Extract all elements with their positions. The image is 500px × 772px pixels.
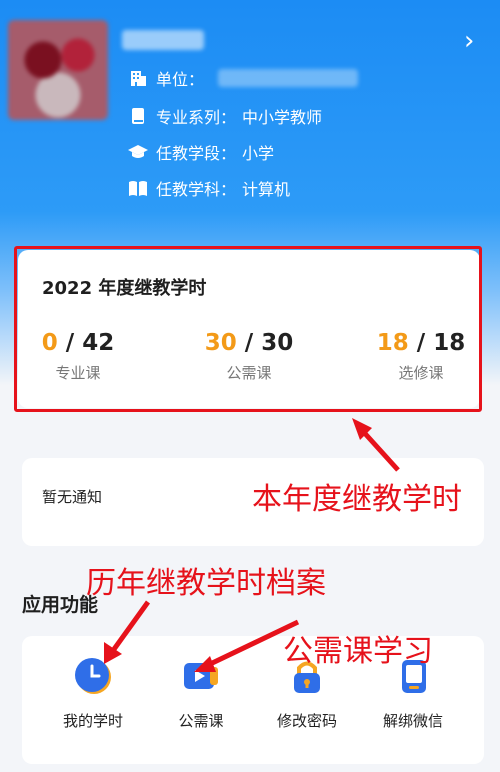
major-value: 中小学教师 [242,108,323,127]
subject-value: 计算机 [242,180,291,199]
annotation-highlight-box [14,246,482,412]
app-label: 解绑微信 [382,712,443,730]
app-label: 公需课 [178,712,224,730]
notice-text: 暂无通知 [42,488,103,506]
annotation-history-archive: 历年继教学时档案 [86,566,326,601]
app-my-hours[interactable]: 我的学时 [38,656,148,731]
annotation-public-course: 公需课学习 [283,634,433,669]
chevron-right-icon[interactable]: › [464,28,474,54]
stage-value: 小学 [242,144,275,163]
app-public-course[interactable]: 公需课 [146,656,256,731]
unit-value-redacted [218,69,359,87]
annotation-year-hours: 本年度继教学时 [252,482,462,517]
video-play-icon [181,656,221,696]
major-row: 专业系列： 中小学教师 [128,104,322,128]
unit-label: 单位： [156,70,205,89]
avatar[interactable] [8,20,108,120]
app-label: 我的学时 [62,712,123,730]
graduation-cap-icon [128,142,148,162]
unit-row: 单位： [128,66,359,90]
stage-label: 任教学段： [156,144,237,163]
subject-label: 任教学科： [156,180,237,199]
book-icon [128,106,148,126]
app-label: 修改密码 [276,712,337,730]
clock-icon [73,656,113,696]
stage-row: 任教学段： 小学 [128,140,274,164]
building-icon [128,68,148,88]
user-name-redacted [122,30,204,50]
open-book-icon [128,178,148,198]
subject-row: 任教学科： 计算机 [128,176,290,200]
major-label: 专业系列： [156,108,237,127]
